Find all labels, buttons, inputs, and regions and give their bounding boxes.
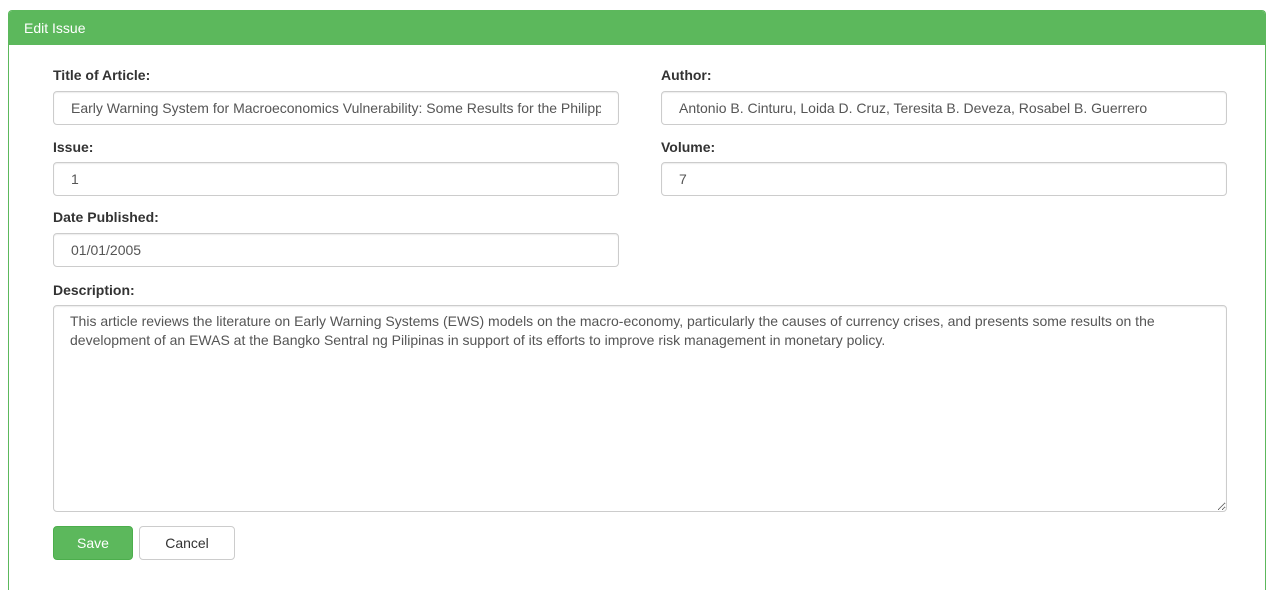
title-input[interactable]: [53, 91, 619, 125]
cancel-button[interactable]: Cancel: [139, 526, 235, 560]
title-label: Title of Article:: [53, 67, 151, 83]
issue-input[interactable]: [53, 162, 619, 196]
volume-input[interactable]: [661, 162, 1227, 196]
edit-issue-panel: Edit Issue Title of Article: Author: Iss…: [8, 10, 1266, 590]
author-label: Author:: [661, 67, 712, 83]
issue-label: Issue:: [53, 139, 94, 155]
date-published-input[interactable]: [53, 233, 619, 267]
date-published-label: Date Published:: [53, 209, 159, 225]
author-input[interactable]: [661, 91, 1227, 125]
save-button[interactable]: Save: [53, 526, 133, 560]
description-textarea[interactable]: This article reviews the literature on E…: [53, 305, 1227, 512]
panel-title: Edit Issue: [9, 11, 1265, 45]
volume-label: Volume:: [661, 139, 716, 155]
description-label: Description:: [53, 282, 135, 298]
